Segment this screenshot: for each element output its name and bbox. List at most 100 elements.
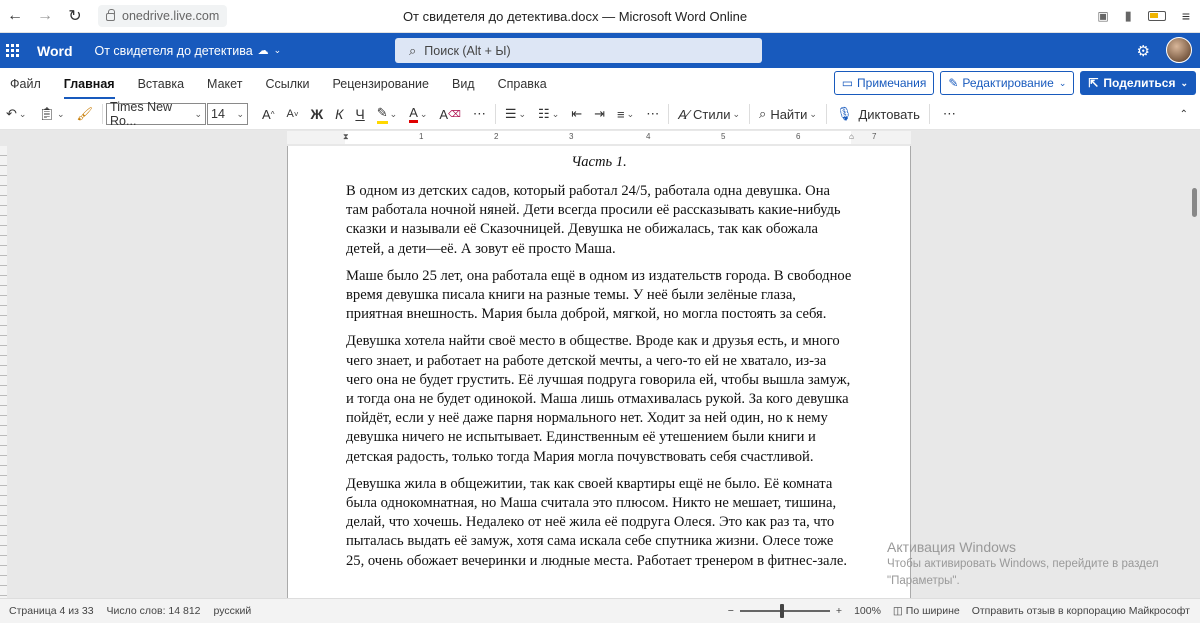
chevron-down-icon: ⌄ xyxy=(273,45,282,55)
activation-title: Активация Windows xyxy=(887,539,1017,555)
chevron-down-icon: ⌄ xyxy=(1058,77,1067,88)
url-text: onedrive.live.com xyxy=(122,9,220,23)
paragraph: Девушка хотела найти своё место в общест… xyxy=(346,333,851,465)
increase-indent-icon[interactable]: ⇥ xyxy=(594,106,605,122)
battery-icon xyxy=(1147,11,1166,21)
extension-icon[interactable]: ▣ xyxy=(1097,9,1108,23)
forward-icon[interactable]: → xyxy=(30,7,60,25)
address-bar[interactable]: onedrive.live.com xyxy=(98,5,228,27)
search-placeholder: Поиск (Alt + Ы) xyxy=(424,43,511,58)
highlight-icon[interactable]: ✎ ⌄ xyxy=(376,105,397,124)
shrink-font-icon[interactable]: A ˅ xyxy=(286,108,298,120)
feedback-link[interactable]: Отправить отзыв в корпорацию Майкрософт xyxy=(972,605,1190,617)
gear-icon[interactable]: ⚙ xyxy=(1137,42,1150,60)
back-icon[interactable]: ← xyxy=(0,7,30,25)
dictate-button[interactable]: 🎙︎ Диктовать xyxy=(836,106,920,122)
collapse-ribbon-icon[interactable]: ⌃ xyxy=(1180,109,1188,120)
font-size-select[interactable]: 14 ⌄ xyxy=(207,103,249,125)
ruler-mark: 3 xyxy=(569,132,574,141)
tab-references[interactable]: Ссылки xyxy=(265,73,309,95)
fit-width-button[interactable]: ◫ По ширине xyxy=(893,605,960,617)
format-painter-icon[interactable]: 🖌︎ xyxy=(77,106,94,122)
chevron-down-icon: ⌄ xyxy=(236,108,245,119)
search-input[interactable]: ⌕ Поиск (Alt + Ы) xyxy=(395,38,762,63)
status-bar: Страница 4 из 33 Число слов: 14 812 русс… xyxy=(0,598,1200,623)
grow-font-icon[interactable]: A ^ xyxy=(262,107,274,122)
windows-activation-watermark: Активация Windows Чтобы активировать Win… xyxy=(887,539,1159,589)
zoom-out-icon[interactable]: − xyxy=(728,605,734,617)
italic-button[interactable]: К xyxy=(335,106,343,122)
find-button[interactable]: ⌕ Найти ⌄ xyxy=(759,106,817,122)
tab-layout[interactable]: Макет xyxy=(207,73,242,95)
paste-icon[interactable]: 📋︎ ⌄ xyxy=(38,106,64,122)
tab-help[interactable]: Справка xyxy=(498,73,547,95)
font-size-value: 14 xyxy=(211,107,225,121)
paragraph: Девушка жила в общежитии, так как своей … xyxy=(346,475,848,569)
tab-view[interactable]: Вид xyxy=(452,73,475,95)
right-indent-marker-icon[interactable]: ⌂ xyxy=(849,132,854,141)
undo-icon[interactable]: ↶ ⌄ xyxy=(6,106,26,122)
bookmark-icon[interactable]: ▮ xyxy=(1125,8,1132,24)
bullets-icon[interactable]: ☰ ⌄ xyxy=(505,106,526,122)
reload-icon[interactable]: ↻ xyxy=(60,6,90,26)
scrollbar-thumb[interactable] xyxy=(1192,188,1197,217)
underline-button[interactable]: Ч xyxy=(355,106,364,122)
app-header: Word От свидетеля до детектива ☁ ⌄ ⌕ Пои… xyxy=(0,33,1200,68)
ruler-mark: 1 xyxy=(419,132,424,141)
editing-label: Редактирование xyxy=(962,76,1054,90)
activation-line2: "Параметры". xyxy=(887,575,960,587)
divider xyxy=(494,104,496,124)
divider xyxy=(102,104,104,124)
editing-mode-button[interactable]: ✎ Редактирование ⌄ xyxy=(940,71,1075,95)
bold-button[interactable]: Ж xyxy=(310,106,323,122)
more-font-icon[interactable]: ⋯ xyxy=(473,106,486,122)
ruler-mark: 6 xyxy=(796,132,801,141)
language[interactable]: русский xyxy=(214,605,252,617)
tab-file[interactable]: Файл xyxy=(10,73,41,95)
ribbon-toolbar: ↶ ⌄ 📋︎ ⌄ 🖌︎ Times New Ro... ⌄ 14 ⌄ A ^ A ˅ Ж К… xyxy=(0,99,1200,130)
app-name[interactable]: Word xyxy=(37,43,73,59)
numbering-icon[interactable]: ☷ ⌄ xyxy=(538,106,559,122)
decrease-indent-icon[interactable]: ⇤ xyxy=(571,106,582,122)
align-icon[interactable]: ≡ ⌄ xyxy=(617,107,634,122)
zoom-slider-knob[interactable] xyxy=(779,604,784,618)
chevron-down-icon: ⌄ xyxy=(1180,77,1188,88)
activation-line1: Чтобы активировать Windows, перейдите в … xyxy=(887,558,1159,570)
font-family-select[interactable]: Times New Ro... ⌄ xyxy=(106,100,207,128)
tab-insert[interactable]: Вставка xyxy=(138,73,184,95)
comments-button[interactable]: ▭ Примечания xyxy=(833,71,935,95)
document-page[interactable]: Часть 1. В одном из детских садов, котор… xyxy=(287,146,911,598)
fit-width-icon: ◫ xyxy=(892,605,906,617)
zoom-in-icon[interactable]: + xyxy=(836,605,842,617)
clear-formatting-icon[interactable]: A ⌫ xyxy=(439,107,460,122)
fit-width-label: По ширине xyxy=(905,605,960,617)
horizontal-ruler[interactable]: ⧗ 1 2 3 4 5 6 ⌂ 7 xyxy=(287,131,911,144)
menu-icon[interactable]: ≡ xyxy=(1182,8,1190,24)
paragraph: Маше было 25 лет, она работала ещё в одн… xyxy=(346,267,852,323)
share-button[interactable]: ⇱ Поделиться ⌄ xyxy=(1080,71,1196,95)
page-count[interactable]: Страница 4 из 33 xyxy=(9,605,94,617)
styles-label: Стили xyxy=(693,106,731,122)
zoom-level[interactable]: 100% xyxy=(854,605,881,617)
font-color-icon[interactable]: A ⌄ xyxy=(409,105,427,123)
font-family-value: Times New Ro... xyxy=(110,100,173,128)
share-icon: ⇱ xyxy=(1088,76,1099,90)
comment-icon: ▭ xyxy=(841,76,854,90)
ruler-mark: 7 xyxy=(872,132,877,141)
zoom-control[interactable]: − + xyxy=(728,604,842,618)
more-paragraph-icon[interactable]: ⋯ xyxy=(646,106,659,122)
share-label: Поделиться xyxy=(1103,76,1176,90)
divider xyxy=(668,104,670,124)
styles-icon: A⁄ xyxy=(678,106,690,122)
zoom-slider[interactable] xyxy=(739,604,830,618)
document-title[interactable]: От свидетеля до детектива ☁ ⌄ xyxy=(95,44,282,58)
indent-marker-icon[interactable]: ⧗ xyxy=(343,132,349,142)
tab-home[interactable]: Главная xyxy=(63,73,115,99)
app-launcher-icon[interactable] xyxy=(6,43,20,58)
avatar[interactable] xyxy=(1166,37,1192,63)
tab-review[interactable]: Рецензирование xyxy=(332,73,429,95)
word-count[interactable]: Число слов: 14 812 xyxy=(107,605,201,617)
pencil-icon: ✎ xyxy=(948,76,959,90)
styles-button[interactable]: A⁄ Стили ⌄ xyxy=(678,107,740,122)
more-options-icon[interactable]: ⋯ xyxy=(943,106,956,122)
